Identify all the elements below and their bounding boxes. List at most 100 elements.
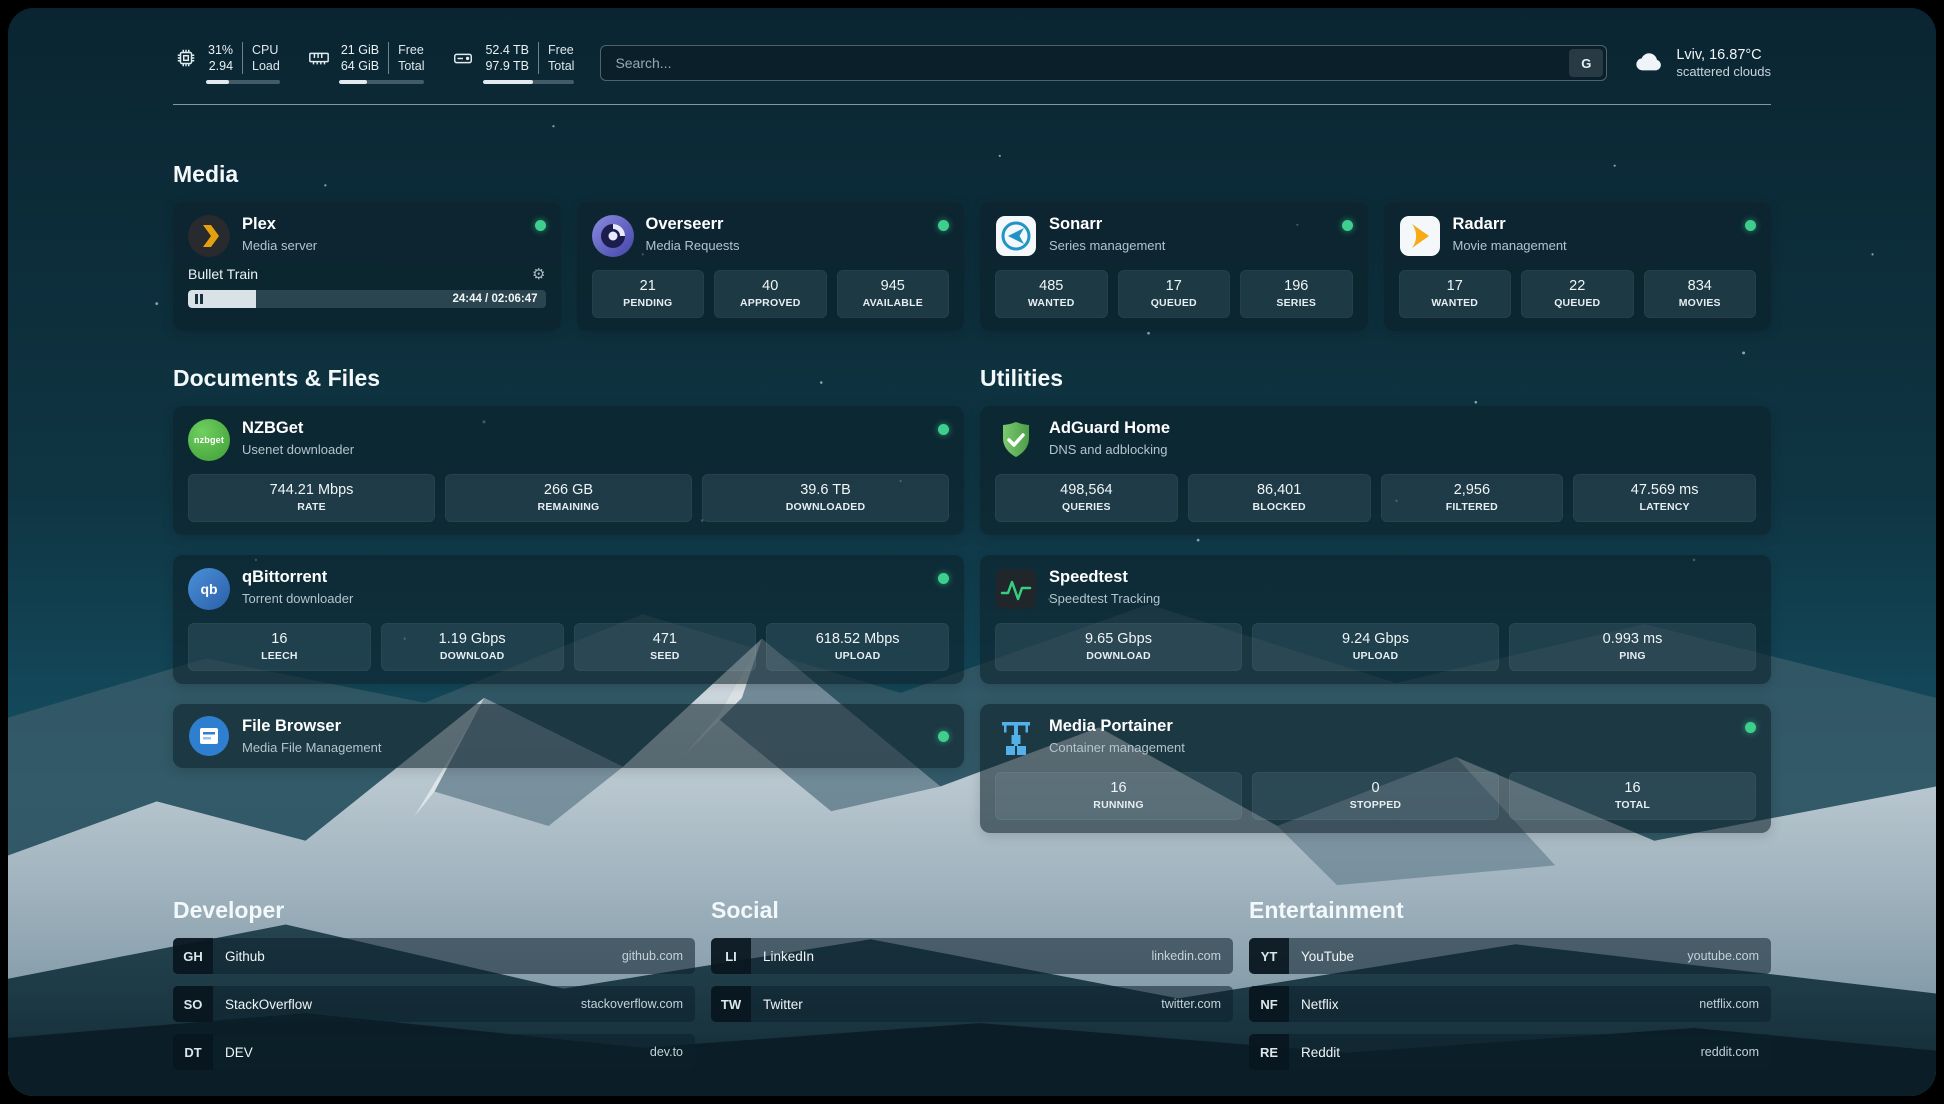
stat-value: 86,401 — [1193, 482, 1366, 498]
github-badge: GH — [173, 938, 213, 974]
stat-download: 1.19 Gbps DOWNLOAD — [381, 623, 564, 671]
stat-value: 266 GB — [450, 482, 687, 498]
sonarr-icon[interactable] — [995, 215, 1037, 257]
disk-free-value: 52.4 TB — [485, 42, 529, 58]
bookmark-url: linkedin.com — [1152, 949, 1221, 963]
app-name-speedtest[interactable]: Speedtest — [1049, 568, 1160, 588]
status-dot — [1342, 220, 1353, 231]
memory-free-label: Free — [398, 42, 424, 58]
stat-value: 744.21 Mbps — [193, 482, 430, 498]
reddit-badge: RE — [1249, 1034, 1289, 1070]
radarr-icon[interactable] — [1399, 215, 1441, 257]
stat-value: 9.24 Gbps — [1257, 631, 1494, 647]
stat-label: FILTERED — [1386, 501, 1559, 513]
app-name-nzbget[interactable]: NZBGet — [242, 419, 354, 439]
stat-value: 471 — [579, 631, 752, 647]
stat-label: RUNNING — [1000, 799, 1237, 811]
stat-label: QUERIES — [1000, 501, 1173, 513]
app-subtitle-plex: Media server — [242, 238, 317, 253]
stat-filtered: 2,956 FILTERED — [1381, 474, 1564, 522]
app-name-sonarr[interactable]: Sonarr — [1049, 215, 1165, 235]
app-name-overseerr[interactable]: Overseerr — [646, 215, 740, 235]
bookmark-reddit[interactable]: RE Reddit reddit.com — [1249, 1034, 1771, 1070]
speedtest-icon[interactable] — [995, 568, 1037, 610]
stat-wanted: 17 WANTED — [1399, 270, 1512, 318]
status-dot — [1745, 220, 1756, 231]
app-name-plex[interactable]: Plex — [242, 215, 317, 235]
stat-total: 16 TOTAL — [1509, 772, 1756, 820]
app-subtitle-filebrowser: Media File Management — [242, 740, 381, 755]
app-name-qbittorrent[interactable]: qBittorrent — [242, 568, 353, 588]
stat-label: MOVIES — [1649, 297, 1752, 309]
stat-label: APPROVED — [719, 297, 822, 309]
app-card-qbittorrent: qb qBittorrent Torrent downloader 16 LEE… — [173, 555, 964, 684]
bookmark-stackoverflow[interactable]: SO StackOverflow stackoverflow.com — [173, 986, 695, 1022]
bookmark-linkedin[interactable]: LI LinkedIn linkedin.com — [711, 938, 1233, 974]
bookmark-youtube[interactable]: YT YouTube youtube.com — [1249, 938, 1771, 974]
bookmark-dev[interactable]: DT DEV dev.to — [173, 1034, 695, 1070]
qbittorrent-icon-label: qb — [200, 581, 217, 597]
nzbget-icon[interactable]: nzbget — [188, 419, 230, 461]
bookmark-url: youtube.com — [1687, 949, 1759, 963]
search-engine-button[interactable]: G — [1569, 49, 1603, 77]
section-documents: Documents & Files nzbget NZBGet Usenet d… — [173, 365, 964, 788]
dashboard-screen: 31% 2.94 CPU Load — [8, 8, 1936, 1096]
search-input[interactable] — [600, 45, 1607, 81]
bookmark-netflix[interactable]: NF Netflix netflix.com — [1249, 986, 1771, 1022]
stat-label: LEECH — [193, 650, 366, 662]
app-card-portainer: Media Portainer Container management 16 … — [980, 704, 1771, 833]
linkedin-badge: LI — [711, 938, 751, 974]
overseerr-icon[interactable] — [592, 215, 634, 257]
stat-value: 17 — [1123, 278, 1226, 294]
utilities-section-title: Utilities — [980, 365, 1771, 392]
stat-value: 0.993 ms — [1514, 631, 1751, 647]
app-name-adguard[interactable]: AdGuard Home — [1049, 419, 1170, 439]
cpu-percent: 31% — [208, 42, 233, 58]
qbittorrent-icon[interactable]: qb — [188, 568, 230, 610]
stat-seed: 471 SEED — [574, 623, 757, 671]
app-name-portainer[interactable]: Media Portainer — [1049, 717, 1185, 737]
disk-icon — [450, 47, 476, 69]
netflix-badge: NF — [1249, 986, 1289, 1022]
disk-progressbar — [483, 80, 574, 84]
stat-value: 485 — [1000, 278, 1103, 294]
status-dot — [1745, 722, 1756, 733]
app-card-overseerr: Overseerr Media Requests 21 PENDING 40 A… — [577, 202, 965, 331]
stat-label: REMAINING — [450, 501, 687, 513]
search-bar: G — [600, 45, 1607, 81]
gear-icon[interactable]: ⚙ — [532, 267, 545, 282]
disk-widget: 52.4 TB 97.9 TB Free Total — [450, 42, 574, 84]
bookmark-github[interactable]: GH Github github.com — [173, 938, 695, 974]
stat-label: TOTAL — [1514, 799, 1751, 811]
app-name-filebrowser[interactable]: File Browser — [242, 717, 381, 737]
cpu-load-label: Load — [252, 58, 280, 74]
stat-label: DOWNLOAD — [1000, 650, 1237, 662]
stat-label: AVAILABLE — [842, 297, 945, 309]
plex-icon[interactable] — [188, 215, 230, 257]
cpu-load-value: 2.94 — [208, 58, 233, 74]
status-dot — [938, 220, 949, 231]
stat-label: WANTED — [1000, 297, 1103, 309]
bookmark-twitter[interactable]: TW Twitter twitter.com — [711, 986, 1233, 1022]
stat-leech: 16 LEECH — [188, 623, 371, 671]
portainer-icon[interactable] — [995, 717, 1037, 759]
cpu-progressbar — [206, 80, 280, 84]
twitter-badge: TW — [711, 986, 751, 1022]
bookmark-url: twitter.com — [1161, 997, 1221, 1011]
app-name-radarr[interactable]: Radarr — [1453, 215, 1567, 235]
pause-button[interactable] — [195, 294, 203, 304]
memory-progressbar — [339, 80, 425, 84]
stat-stopped: 0 STOPPED — [1252, 772, 1499, 820]
stat-label: DOWNLOAD — [386, 650, 559, 662]
system-metrics: 31% 2.94 CPU Load — [173, 42, 574, 84]
adguard-icon[interactable] — [995, 419, 1037, 461]
disk-total-value: 97.9 TB — [485, 58, 529, 74]
app-subtitle-sonarr: Series management — [1049, 238, 1165, 253]
social-section-title: Social — [711, 897, 1233, 924]
weather-condition: scattered clouds — [1676, 64, 1771, 79]
bookmark-url: github.com — [622, 949, 683, 963]
disk-progress-fill — [483, 80, 532, 84]
stat-label: UPLOAD — [771, 650, 944, 662]
filebrowser-icon[interactable] — [188, 715, 230, 757]
playback-progressbar: 24:44 / 02:06:47 — [188, 290, 546, 308]
